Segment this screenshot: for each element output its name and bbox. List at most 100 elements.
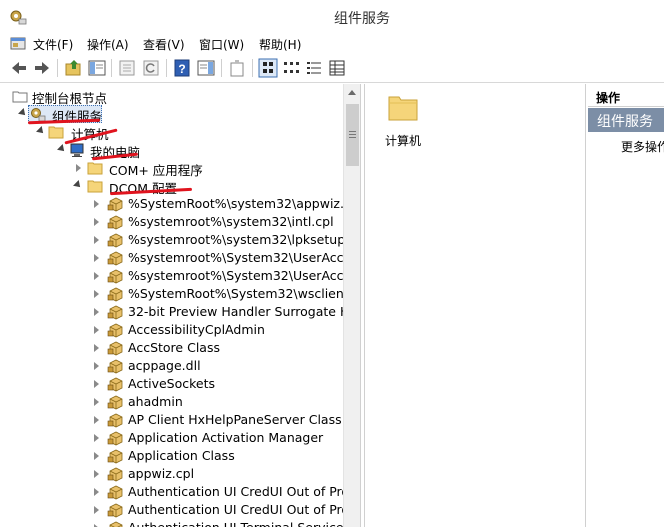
large-icons-view-icon[interactable] (258, 58, 278, 78)
small-icons-view-icon[interactable] (281, 58, 301, 78)
computer-icon (70, 143, 84, 157)
dcom-item-label: AP Client HxHelpPaneServer Class (128, 412, 342, 427)
dcom-item-row[interactable]: AccessibilityCplAdmin (92, 321, 352, 339)
dcom-item-row[interactable]: %SystemRoot%\System32\wsclient.dl (92, 285, 360, 303)
collapsed-arrow-icon[interactable] (94, 272, 99, 280)
collapsed-arrow-icon[interactable] (94, 218, 99, 226)
collapsed-arrow-icon[interactable] (94, 452, 99, 460)
collapsed-arrow-icon[interactable] (76, 164, 81, 172)
collapsed-arrow-icon[interactable] (94, 344, 99, 352)
collapsed-arrow-icon[interactable] (94, 416, 99, 424)
console-tree[interactable]: 控制台根节点 组件服务 计算机 我的电脑 CO (0, 84, 361, 527)
dcom-item-label: Authentication UI CredUI Out of Proc (128, 484, 356, 499)
more-actions-link[interactable]: 更多操作 (621, 138, 664, 155)
action-pane-icon[interactable] (196, 58, 216, 78)
export-icon[interactable] (227, 58, 247, 78)
dcom-item-label: 32-bit Preview Handler Surrogate Ho (128, 304, 358, 319)
collapsed-arrow-icon[interactable] (94, 398, 99, 406)
dcom-item-row[interactable]: %SystemRoot%\system32\appwiz.cpl (92, 195, 360, 213)
back-icon[interactable] (9, 58, 29, 78)
toolbar: ? (0, 55, 664, 83)
dcom-item-label: %systemroot%\system32\intl.cpl (128, 214, 334, 229)
dcom-item-row[interactable]: Authentication UI Terminal Services P (92, 519, 360, 527)
dcom-item-row[interactable]: 32-bit Preview Handler Surrogate Ho (92, 303, 357, 321)
dcom-component-icon (107, 395, 123, 410)
dcom-item-label: %SystemRoot%\System32\wsclient.dl (128, 286, 361, 301)
dcom-component-icon (107, 323, 123, 338)
dcom-item-row[interactable]: Authentication UI CredUI Out of Proc (92, 483, 356, 501)
menu-action[interactable]: 操作(A) (87, 36, 129, 53)
dcom-item-row[interactable]: %systemroot%\system32\lpksetup.ex (92, 231, 360, 249)
dcom-component-icon (107, 305, 123, 320)
dcom-item-row[interactable]: %systemroot%\System32\UserAccou (92, 249, 359, 267)
menu-view[interactable]: 查看(V) (143, 36, 185, 53)
list-view-icon[interactable] (304, 58, 324, 78)
collapsed-arrow-icon[interactable] (94, 308, 99, 316)
collapsed-arrow-icon[interactable] (94, 236, 99, 244)
collapsed-arrow-icon[interactable] (94, 326, 99, 334)
dcom-item-label: Application Activation Manager (128, 430, 324, 445)
collapsed-arrow-icon[interactable] (94, 434, 99, 442)
dcom-component-icon (107, 215, 123, 230)
collapsed-arrow-icon[interactable] (94, 362, 99, 370)
dcom-item-row[interactable]: appwiz.cpl (92, 465, 352, 483)
collapsed-arrow-icon[interactable] (94, 290, 99, 298)
dcom-item-row[interactable]: AP Client HxHelpPaneServer Class (92, 411, 352, 429)
forward-icon[interactable] (32, 58, 52, 78)
dcom-item-row[interactable]: Application Activation Manager (92, 429, 352, 447)
dcom-item-row[interactable]: ahadmin (92, 393, 352, 411)
details-view-icon[interactable] (327, 58, 347, 78)
menu-bar: 文件(F) 操作(A) 查看(V) 窗口(W) 帮助(H) (0, 34, 664, 54)
expanded-arrow-icon[interactable] (18, 108, 28, 118)
tree-node-com-plus-applications[interactable]: COM+ 应用程序 (74, 159, 344, 178)
dcom-component-icon (107, 503, 123, 518)
dcom-item-row[interactable]: Application Class (92, 447, 352, 465)
dcom-item-label: AccStore Class (128, 340, 220, 355)
collapsed-arrow-icon[interactable] (94, 506, 99, 514)
folder-icon (87, 180, 103, 193)
component-services-icon (31, 108, 46, 122)
collapsed-arrow-icon[interactable] (94, 254, 99, 262)
menu-help[interactable]: 帮助(H) (259, 36, 301, 53)
dcom-item-row[interactable]: %systemroot%\system32\intl.cpl (92, 213, 352, 231)
collapsed-arrow-icon[interactable] (94, 470, 99, 478)
tree-node-console-root[interactable]: 控制台根节点 (10, 87, 330, 106)
collapsed-arrow-icon[interactable] (94, 488, 99, 496)
tree-vertical-scrollbar[interactable] (343, 84, 360, 527)
dcom-item-row[interactable]: ActiveSockets (92, 375, 352, 393)
actions-section-title[interactable]: 组件服务 (588, 108, 664, 132)
dcom-item-row[interactable]: AccStore Class (92, 339, 352, 357)
computers-folder-item[interactable]: 计算机 (385, 92, 445, 152)
properties-icon[interactable] (117, 58, 137, 78)
expanded-arrow-icon[interactable] (57, 144, 67, 154)
dcom-component-icon (109, 521, 123, 527)
dcom-item-row[interactable]: acppage.dll (92, 357, 352, 375)
result-pane[interactable]: 计算机 (364, 84, 586, 527)
dcom-item-label: Application Class (128, 448, 235, 463)
folder-icon (87, 162, 103, 175)
expanded-arrow-icon[interactable] (73, 180, 83, 190)
refresh-icon[interactable] (141, 58, 161, 78)
show-hide-tree-icon[interactable] (87, 58, 107, 78)
dcom-item-row[interactable]: Authentication UI CredUI Out of Proc (92, 501, 356, 519)
svg-text:?: ? (178, 62, 185, 76)
scroll-up-arrow-icon[interactable] (348, 90, 356, 95)
dcom-item-label: acppage.dll (128, 358, 201, 373)
scroll-thumb[interactable] (346, 104, 359, 166)
expanded-arrow-icon[interactable] (36, 126, 46, 136)
dcom-component-icon (107, 431, 123, 446)
folder-icon (48, 126, 64, 139)
dcom-component-icon (107, 377, 123, 392)
menu-file[interactable]: 文件(F) (33, 36, 73, 53)
dcom-item-label: %SystemRoot%\system32\appwiz.cpl (128, 196, 361, 211)
console-icon[interactable] (10, 35, 26, 51)
help-icon[interactable]: ? (172, 58, 192, 78)
collapsed-arrow-icon[interactable] (94, 200, 99, 208)
menu-window[interactable]: 窗口(W) (199, 36, 244, 53)
dcom-component-icon (107, 233, 123, 248)
dcom-component-icon (107, 287, 123, 302)
dcom-item-row[interactable]: %systemroot%\System32\UserAccou (92, 267, 359, 285)
collapsed-arrow-icon[interactable] (94, 380, 99, 388)
up-folder-icon[interactable] (64, 58, 84, 78)
window-title: 组件服务 (334, 11, 390, 27)
